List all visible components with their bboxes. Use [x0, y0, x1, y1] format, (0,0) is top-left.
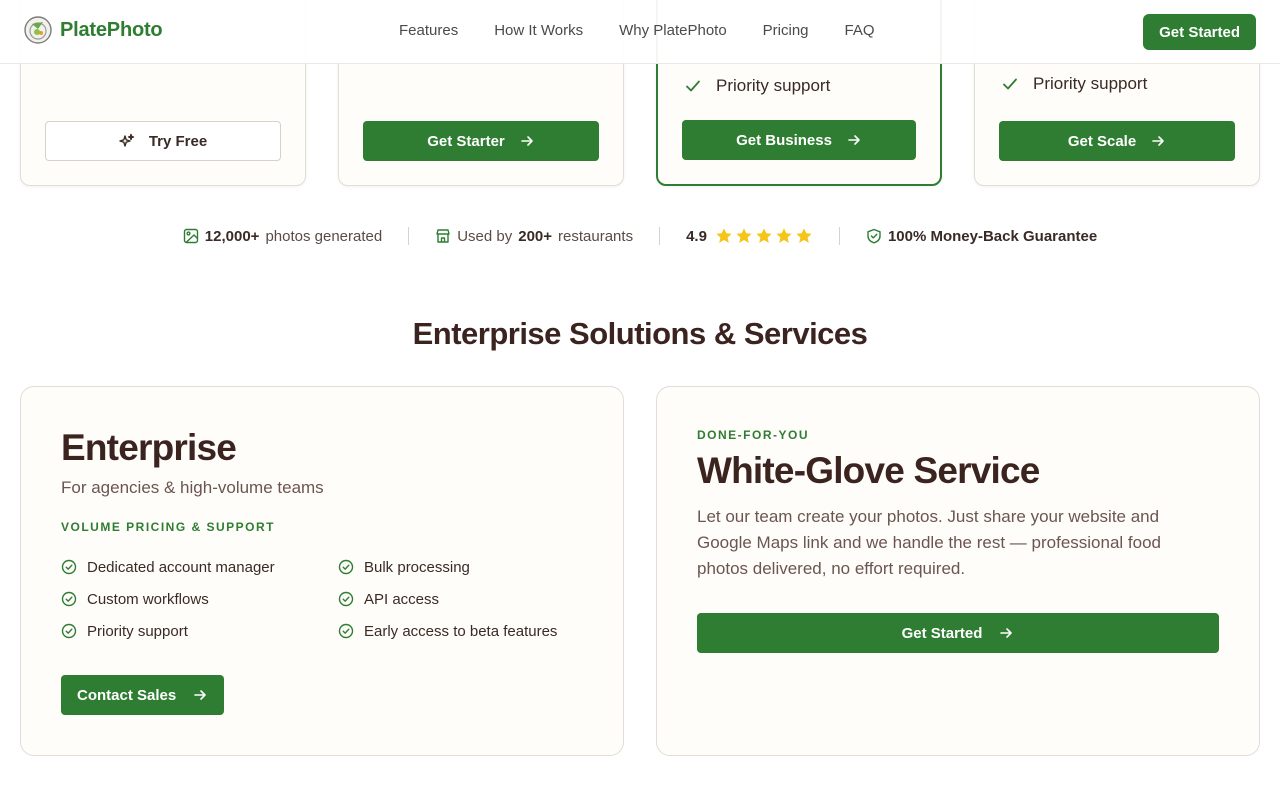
star-icon [716, 228, 732, 243]
stat-used-value: 200+ [518, 227, 553, 245]
enterprise-feature-item: Bulk processing [338, 557, 598, 577]
get-starter-label: Get Starter [427, 132, 505, 150]
stat-rating-value: 4.9 [686, 227, 707, 245]
enterprise-title: Enterprise [61, 427, 237, 468]
white-glove-title: White-Glove Service [697, 450, 1040, 491]
enterprise-feature-item: Early access to beta features [338, 621, 598, 641]
enterprise-feature-label: Priority support [87, 622, 188, 640]
get-business-button[interactable]: Get Business [682, 120, 916, 160]
plan-feature-label: Priority support [1033, 74, 1148, 93]
nav-pricing[interactable]: Pricing [763, 22, 809, 39]
arrow-right-icon [1000, 628, 1013, 638]
stat-divider [838, 227, 840, 245]
sparkle-icon [119, 133, 135, 147]
plan-feature-item: Priority support [684, 76, 830, 96]
nav-how-it-works[interactable]: How It Works [494, 22, 583, 39]
enterprise-feature-item: Dedicated account manager [61, 557, 338, 577]
enterprise-feature-label: Early access to beta features [364, 622, 558, 640]
stat-divider [659, 227, 661, 245]
plan-feature-label: Priority support [716, 76, 831, 95]
stat-photos: 12,000+ photos generated [183, 228, 382, 245]
stat-divider [408, 227, 410, 245]
star-icon [796, 228, 812, 243]
white-glove-eyebrow: DONE-FOR-YOU [697, 428, 809, 442]
shield-check-icon [867, 228, 881, 244]
enterprise-feature-label: API access [364, 590, 440, 608]
arrow-right-icon [520, 136, 533, 146]
rating-stars [715, 227, 813, 245]
nav-why-platephoto[interactable]: Why PlatePhoto [619, 22, 727, 39]
white-glove-get-started-label: Get Started [901, 624, 983, 642]
check-icon [686, 80, 700, 92]
white-glove-card: DONE-FOR-YOU White-Glove Service Let our… [656, 386, 1260, 756]
enterprise-feature-label: Dedicated account manager [87, 558, 275, 576]
image-icon [183, 228, 198, 244]
enterprise-feature-item: Custom workflows [61, 589, 338, 609]
star-icon [756, 228, 772, 243]
main-nav: Features How It Works Why PlatePhoto Pri… [399, 22, 875, 39]
nav-features[interactable]: Features [399, 22, 458, 39]
brand-name: PlatePhoto [60, 18, 163, 41]
stat-used-label: restaurants [558, 227, 634, 245]
star-icon [776, 228, 792, 243]
brand-logo[interactable]: PlatePhoto [24, 16, 163, 44]
stat-photos-label: photos generated [265, 227, 383, 245]
get-scale-label: Get Scale [1067, 132, 1137, 150]
circle-check-icon [61, 623, 77, 639]
stat-rating: 4.9 [686, 227, 813, 245]
get-scale-button[interactable]: Get Scale [999, 121, 1235, 161]
enterprise-feature-label: Custom workflows [87, 590, 209, 608]
enterprise-card: Enterprise For agencies & high-volume te… [20, 386, 624, 756]
arrow-right-icon [848, 135, 860, 145]
enterprise-eyebrow: VOLUME PRICING & SUPPORT [61, 520, 276, 534]
contact-sales-label: Contact Sales [77, 686, 177, 704]
stat-guarantee: 100% Money-Back Guarantee [866, 228, 1097, 245]
white-glove-description: Let our team create your photos. Just sh… [697, 507, 1161, 578]
get-starter-button[interactable]: Get Starter [363, 121, 599, 161]
white-glove-get-started-button[interactable]: Get Started [697, 613, 1219, 653]
enterprise-feature-label: Bulk processing [364, 558, 470, 576]
plate-logo-icon [24, 16, 52, 44]
enterprise-feature-item: API access [338, 589, 598, 609]
star-icon [736, 228, 752, 243]
arrow-right-icon [1152, 136, 1164, 146]
site-header: PlatePhoto Features How It Works Why Pla… [0, 0, 1280, 64]
enterprise-subtitle: For agencies & high-volume teams [61, 478, 324, 497]
stat-used-prefix: Used by [457, 227, 513, 245]
circle-check-icon [338, 623, 354, 639]
stat-restaurants: Used by 200+ restaurants [435, 228, 633, 245]
social-proof-strip: 12,000+ photos generated Used by 200+ re… [0, 226, 1280, 246]
circle-check-icon [338, 559, 354, 575]
circle-check-icon [338, 591, 354, 607]
header-get-started-button[interactable]: Get Started [1143, 14, 1256, 50]
contact-sales-button[interactable]: Contact Sales [61, 675, 225, 715]
circle-check-icon [61, 559, 77, 575]
try-free-label: Try Free [148, 132, 208, 150]
stat-photos-value: 12,000+ [204, 227, 260, 245]
circle-check-icon [61, 591, 77, 607]
nav-faq[interactable]: FAQ [845, 22, 875, 39]
stat-guarantee-label: 100% Money-Back Guarantee [887, 227, 1098, 245]
check-icon [1003, 78, 1017, 90]
plan-feature-item: Priority support [1001, 74, 1147, 94]
storefront-icon [436, 229, 450, 243]
arrow-right-icon [194, 690, 207, 700]
get-business-label: Get Business [736, 131, 832, 149]
section-title: Enterprise Solutions & Services [412, 316, 868, 351]
enterprise-feature-list: Dedicated account manager Bulk processin… [61, 557, 598, 641]
enterprise-feature-item: Priority support [61, 621, 338, 641]
try-free-button[interactable]: Try Free [45, 121, 281, 161]
